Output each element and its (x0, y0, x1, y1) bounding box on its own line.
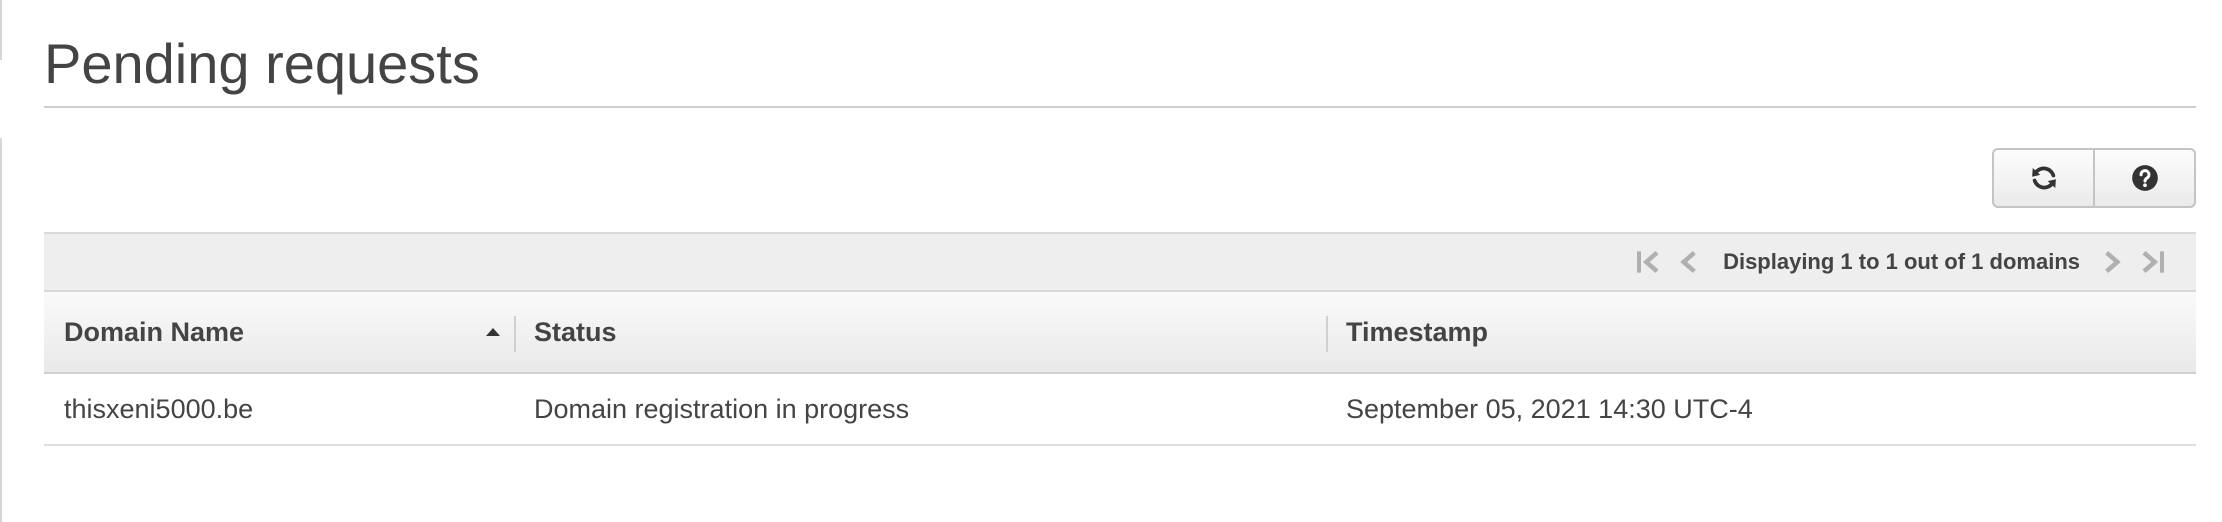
status-cell: Domain registration in progress (534, 393, 910, 424)
timestamp-cell: September 05, 2021 14:30 UTC-4 (1346, 393, 1753, 424)
table-toolbar (1992, 148, 2196, 208)
page-title: Pending requests (44, 32, 480, 95)
next-page-icon[interactable] (2092, 242, 2132, 282)
column-header-domain-name[interactable]: Domain Name (44, 292, 514, 372)
column-header-timestamp[interactable]: Timestamp (1326, 292, 2196, 372)
first-page-icon[interactable] (1629, 242, 1669, 282)
refresh-icon (2031, 166, 2056, 190)
domain-name-cell: thisxeni5000.be (64, 393, 254, 424)
column-divider (514, 316, 516, 352)
help-button[interactable] (2093, 150, 2194, 206)
table-header-row: Domain Name Status Timestamp (44, 292, 2196, 374)
previous-page-icon[interactable] (1669, 242, 1709, 282)
left-frame-edge (0, 138, 2, 522)
left-frame-edge (0, 0, 2, 60)
table-row[interactable]: thisxeni5000.be Domain registration in p… (44, 374, 2196, 446)
last-page-icon[interactable] (2132, 242, 2172, 282)
pagination-bar: Displaying 1 to 1 out of 1 domains (44, 232, 2196, 292)
help-icon (2131, 165, 2158, 191)
sort-ascending-icon (486, 328, 500, 336)
refresh-button[interactable] (1994, 150, 2093, 206)
pagination-summary: Displaying 1 to 1 out of 1 domains (1723, 249, 2080, 274)
column-header-status[interactable]: Status (514, 292, 1326, 372)
column-header-label: Domain Name (64, 316, 245, 347)
title-divider (44, 106, 2196, 108)
column-header-label: Status (534, 316, 617, 347)
pending-requests-table: Displaying 1 to 1 out of 1 domains Domai… (44, 232, 2196, 446)
column-divider (1326, 316, 1328, 352)
column-header-label: Timestamp (1346, 316, 1489, 347)
